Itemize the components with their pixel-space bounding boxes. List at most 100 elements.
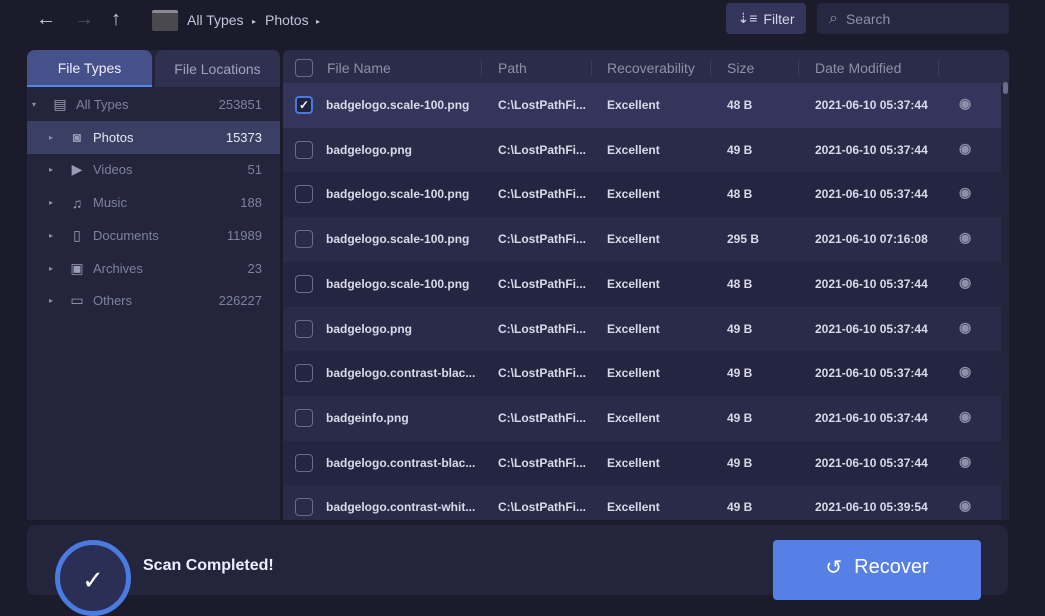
- breadcrumb-separator: ▸: [316, 17, 321, 26]
- preview-eye-icon[interactable]: ◉: [959, 363, 971, 380]
- select-all-checkbox[interactable]: [295, 59, 313, 77]
- table-row[interactable]: badgelogo.scale-100.png C:\LostPathFi...…: [283, 261, 1001, 307]
- expand-icon[interactable]: ▸: [49, 165, 57, 174]
- tab-file-locations[interactable]: File Locations: [155, 50, 280, 87]
- tab-file-types[interactable]: File Types: [27, 50, 152, 87]
- file-name: badgelogo.png: [326, 321, 412, 336]
- tree-item-all-types[interactable]: ▾ ▤ All Types 253851: [27, 88, 280, 121]
- search-input[interactable]: ⌕ Search: [817, 3, 1009, 34]
- recover-button[interactable]: ↺ Recover: [773, 540, 981, 600]
- tree-item-count: 188: [240, 195, 262, 211]
- row-checkbox[interactable]: [295, 498, 313, 517]
- scrollbar[interactable]: [1003, 82, 1008, 94]
- file-path: C:\LostPathFi...: [498, 500, 586, 515]
- col-file-name[interactable]: File Name: [327, 60, 391, 76]
- row-checkbox[interactable]: [295, 274, 313, 293]
- row-checkbox[interactable]: [295, 140, 313, 159]
- table-row[interactable]: badgelogo.png C:\LostPathFi... Excellent…: [283, 127, 1001, 173]
- preview-eye-icon[interactable]: ◉: [959, 140, 971, 157]
- up-icon[interactable]: ↑: [111, 8, 121, 31]
- tree-item-count: 15373: [225, 129, 262, 145]
- row-checkbox[interactable]: [295, 185, 313, 204]
- preview-eye-icon[interactable]: ◉: [959, 184, 971, 201]
- tree-item-label: Music: [93, 195, 127, 211]
- date-modified: 2021-06-10 05:37:44: [815, 410, 928, 425]
- file-size: 49 B: [727, 455, 753, 470]
- date-modified: 2021-06-10 05:37:44: [815, 455, 928, 470]
- table-row[interactable]: badgelogo.contrast-blac... C:\LostPathFi…: [283, 440, 1001, 486]
- preview-eye-icon[interactable]: ◉: [959, 319, 971, 336]
- expand-icon[interactable]: ▸: [49, 231, 57, 240]
- file-path: C:\LostPathFi...: [498, 232, 586, 247]
- expand-icon[interactable]: ▾: [32, 100, 40, 109]
- file-path: C:\LostPathFi...: [498, 142, 586, 157]
- breadcrumb-separator: ▸: [252, 17, 257, 26]
- row-checkbox[interactable]: [295, 364, 313, 383]
- table-row[interactable]: badgelogo.scale-100.png C:\LostPathFi...…: [283, 217, 1001, 262]
- file-path: C:\LostPathFi...: [498, 321, 586, 336]
- col-size[interactable]: Size: [727, 60, 754, 76]
- search-placeholder: Search: [845, 10, 891, 27]
- status-title: Scan Completed!: [143, 557, 274, 574]
- tree-item-count: 23: [247, 260, 262, 276]
- forward-icon[interactable]: →: [74, 8, 94, 31]
- tree-item-others[interactable]: ▸ ▭ Others 226227: [27, 284, 280, 317]
- filter-icon: ⇣≡: [737, 10, 758, 26]
- file-size: 49 B: [727, 500, 753, 515]
- col-recoverability[interactable]: Recoverability: [607, 60, 695, 76]
- row-checkbox[interactable]: [295, 408, 313, 427]
- file-name: badgelogo.scale-100.png: [326, 187, 470, 202]
- table-row[interactable]: badgelogo.scale-100.png C:\LostPathFi...…: [283, 172, 1001, 218]
- tree-item-music[interactable]: ▸ ♫ Music 188: [27, 186, 280, 219]
- table-row[interactable]: ✓ badgelogo.scale-100.png C:\LostPathFi.…: [283, 83, 1001, 128]
- table-row[interactable]: badgeinfo.png C:\LostPathFi... Excellent…: [283, 395, 1001, 441]
- expand-icon[interactable]: ▸: [49, 133, 57, 142]
- tree-item-count: 253851: [218, 97, 262, 112]
- file-name: badgelogo.contrast-whit...: [326, 500, 476, 515]
- col-path[interactable]: Path: [498, 60, 527, 76]
- table-header: File Name Path Recoverability Size Date …: [283, 50, 1009, 86]
- table-row[interactable]: badgelogo.contrast-blac... C:\LostPathFi…: [283, 351, 1001, 396]
- file-size: 48 B: [727, 98, 753, 112]
- preview-eye-icon[interactable]: ◉: [959, 453, 971, 470]
- tree-item-label: Videos: [93, 162, 133, 178]
- table-row[interactable]: badgelogo.png C:\LostPathFi... Excellent…: [283, 306, 1001, 352]
- expand-icon[interactable]: ▸: [49, 296, 57, 305]
- file-name: badgelogo.scale-100.png: [326, 98, 470, 112]
- filter-button[interactable]: ⇣≡ Filter: [726, 3, 806, 34]
- row-checkbox[interactable]: [295, 319, 313, 338]
- tree-item-documents[interactable]: ▸ ▯ Documents 11989: [27, 219, 280, 252]
- back-icon[interactable]: ←: [36, 8, 56, 31]
- file-size: 49 B: [727, 410, 753, 425]
- preview-eye-icon[interactable]: ◉: [959, 497, 971, 514]
- row-checkbox[interactable]: [295, 453, 313, 472]
- row-checkbox[interactable]: [295, 230, 313, 249]
- recoverability: Excellent: [607, 276, 660, 291]
- file-size: 49 B: [727, 142, 753, 157]
- breadcrumb-photos[interactable]: Photos: [265, 12, 309, 28]
- document-icon: ▤: [53, 96, 67, 112]
- col-date-modified[interactable]: Date Modified: [815, 60, 901, 76]
- file-size: 295 B: [727, 232, 760, 247]
- history-icon: ↺: [825, 556, 843, 579]
- recover-label: Recover: [854, 555, 929, 578]
- date-modified: 2021-06-10 05:37:44: [815, 142, 928, 157]
- tree-item-photos[interactable]: ▸ ◙ Photos 15373: [27, 120, 280, 154]
- expand-icon[interactable]: ▸: [49, 198, 57, 207]
- date-modified: 2021-06-10 05:39:54: [815, 500, 928, 515]
- file-type-panel: File Types File Locations ▾ ▤ All Types 253…: [27, 50, 280, 520]
- row-checkbox[interactable]: ✓: [295, 96, 313, 114]
- date-modified: 2021-06-10 05:37:44: [815, 276, 928, 291]
- tree-item-videos[interactable]: ▸ ▶ Videos 51: [27, 153, 280, 186]
- preview-eye-icon[interactable]: ◉: [959, 229, 971, 246]
- preview-eye-icon[interactable]: ◉: [959, 408, 971, 425]
- preview-eye-icon[interactable]: ◉: [959, 274, 971, 291]
- tree-item-archives[interactable]: ▸ ▣ Archives 23: [27, 252, 280, 285]
- file-name: badgelogo.png: [326, 142, 412, 157]
- table-row[interactable]: badgelogo.contrast-whit... C:\LostPathFi…: [283, 485, 1001, 520]
- breadcrumb-all-types[interactable]: All Types: [187, 12, 244, 28]
- recoverability: Excellent: [607, 500, 660, 515]
- expand-icon[interactable]: ▸: [49, 264, 57, 273]
- file-size: 48 B: [727, 276, 753, 291]
- preview-eye-icon[interactable]: ◉: [959, 95, 971, 112]
